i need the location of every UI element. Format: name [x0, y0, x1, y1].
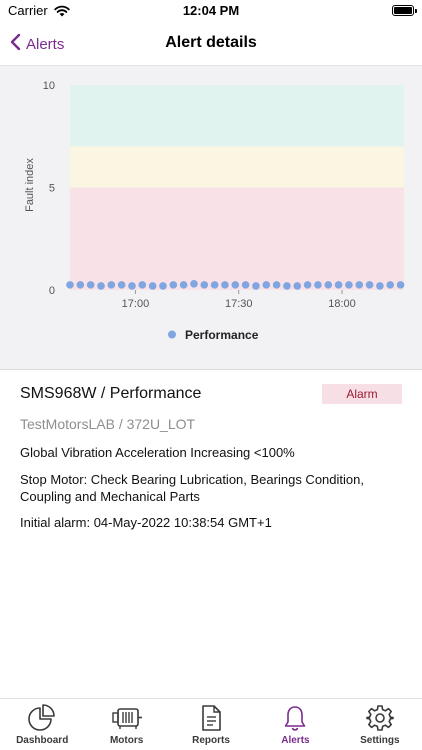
tab-settings-label: Settings [360, 735, 400, 746]
tab-alerts[interactable]: Alerts [253, 699, 337, 750]
data-point[interactable] [272, 281, 281, 289]
threshold-band-red [70, 187, 404, 290]
data-point[interactable] [376, 282, 384, 290]
data-point[interactable] [365, 281, 374, 289]
tab-motors-label: Motors [109, 735, 144, 746]
data-point[interactable] [179, 281, 188, 289]
alert-action: Stop Motor: Check Bearing Lubrication, B… [20, 472, 364, 504]
data-point[interactable] [345, 281, 353, 289]
data-point[interactable] [117, 281, 126, 289]
tab-dashboard[interactable]: Dashboard [0, 699, 84, 750]
battery-icon [392, 5, 417, 16]
data-point[interactable] [138, 281, 147, 289]
x-tick-label: 17:00 [122, 298, 150, 310]
alert-description: Global Vibration Acceleration Increasing… [20, 445, 295, 460]
data-point[interactable] [97, 282, 105, 290]
alert-details: SMS968W / Performance Alarm TestMotorsLA… [0, 376, 422, 530]
data-point[interactable] [231, 281, 240, 289]
data-point[interactable] [314, 281, 322, 289]
document-icon [196, 703, 226, 733]
data-point[interactable] [252, 282, 260, 290]
tab-settings[interactable]: Settings [338, 699, 422, 750]
data-point[interactable] [293, 282, 302, 290]
data-point[interactable] [221, 281, 229, 289]
tab-alerts-label: Alerts [281, 735, 310, 746]
status-bar: Carrier 12:04 PM [0, 0, 422, 22]
navigation-bar: Alerts Alert details [0, 22, 422, 66]
alert-title: SMS968W / Performance [20, 385, 202, 402]
y-tick-label: 5 [49, 183, 55, 195]
tab-dashboard-label: Dashboard [16, 735, 69, 746]
data-point[interactable] [66, 281, 74, 289]
tab-reports-label: Reports [192, 735, 230, 746]
data-point[interactable] [86, 281, 95, 289]
y-tick-label: 10 [43, 80, 55, 92]
tab-reports[interactable]: Reports [169, 699, 253, 750]
data-point[interactable] [334, 281, 343, 289]
data-point[interactable] [190, 280, 198, 288]
tab-bar: Dashboard Motors Reports Alerts Settings [0, 698, 422, 750]
fault-index-chart: 0 5 10 17:00 17:30 18:00 Fault index Perform… [0, 66, 422, 370]
legend-label: Performance [185, 328, 259, 342]
y-axis-label: Fault index [24, 158, 36, 212]
initial-alarm-time: Initial alarm: 04-May-2022 10:38:54 GMT+… [20, 515, 272, 530]
tab-motors[interactable]: Motors [84, 699, 168, 750]
threshold-band-yellow [70, 146, 404, 188]
data-point[interactable] [283, 282, 291, 290]
y-tick-label: 0 [49, 285, 55, 297]
legend-marker [168, 330, 176, 339]
data-point[interactable] [324, 281, 333, 289]
x-tick-label: 18:00 [328, 298, 356, 310]
bell-icon [280, 703, 310, 733]
motor-icon [110, 703, 144, 733]
data-point[interactable] [76, 281, 85, 289]
alert-title-row: SMS968W / Performance Alarm [20, 376, 402, 414]
data-point[interactable] [303, 281, 312, 289]
data-point[interactable] [262, 281, 271, 289]
data-point[interactable] [107, 281, 116, 289]
data-point[interactable] [148, 282, 157, 290]
data-point[interactable] [396, 281, 405, 289]
data-point[interactable] [200, 281, 209, 289]
gear-icon [365, 703, 395, 733]
status-badge: Alarm [322, 384, 402, 404]
status-time: 12:04 PM [182, 3, 240, 18]
threshold-band-green [70, 85, 404, 147]
data-point[interactable] [169, 281, 178, 289]
x-tick-label: 17:30 [225, 298, 253, 310]
page-title: Alert details [165, 34, 257, 51]
data-point[interactable] [241, 281, 250, 289]
alert-location: TestMotorsLAB / 372U_LOT [20, 416, 196, 432]
pie-chart-icon [27, 703, 57, 733]
data-point[interactable] [159, 282, 167, 290]
data-point[interactable] [355, 281, 364, 289]
data-point[interactable] [128, 282, 136, 290]
data-point[interactable] [210, 281, 219, 289]
data-point[interactable] [386, 281, 395, 289]
chart-svg: 0 5 10 17:00 17:30 18:00 Fault index Perform… [24, 80, 405, 342]
